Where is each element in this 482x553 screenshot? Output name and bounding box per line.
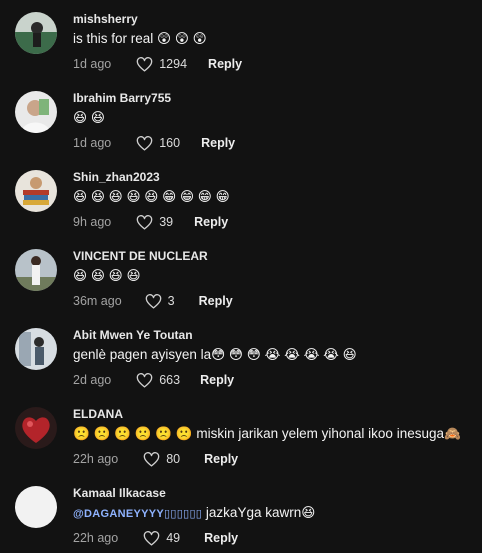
comment-item: Ibrahim Barry755 😆 😆 1d ago 160 Reply [0, 79, 482, 158]
heart-icon [136, 56, 153, 72]
like-count: 49 [166, 531, 181, 545]
like-count: 663 [159, 373, 181, 387]
heart-icon [145, 293, 161, 309]
comment-meta: 36m ago 3 Reply [73, 293, 233, 309]
comment-username[interactable]: Kamaal Ilkacase [73, 486, 166, 500]
heart-icon [143, 530, 160, 546]
comment-meta: 1d ago 1294 Reply [73, 56, 242, 72]
comment-time: 36m ago [73, 294, 122, 308]
comment-body: 🙁 🙁 🙁 🙁 🙁 🙁 miskin jarikan yelem yihonal… [73, 426, 461, 441]
like-button[interactable]: 1294 [136, 56, 188, 72]
comment-text: 😆 😆 [73, 110, 105, 126]
comment-meta: 22h ago 80 Reply [73, 451, 238, 467]
like-count: 80 [166, 452, 181, 466]
avatar[interactable] [15, 12, 57, 54]
user-mention-link[interactable]: @DAGANEYYYY▯▯▯▯▯▯ [73, 508, 202, 520]
comment-time: 1d ago [73, 57, 112, 71]
like-button[interactable]: 663 [136, 372, 181, 388]
comment-item: mishsherry is this for real 😲 😲 😲 1d ago… [0, 0, 482, 79]
comment-time: 2d ago [73, 373, 112, 387]
avatar[interactable] [15, 249, 57, 291]
comment-item: Shin_zhan2023 😆 😆 😆 😆 😆 😁 😁 😁 😁 9h ago 3… [0, 158, 482, 237]
heart-icon [136, 135, 153, 151]
like-button[interactable]: 39 [136, 214, 174, 230]
comment-text: @DAGANEYYYY▯▯▯▯▯▯ jazkaYga kawrn😆 [73, 505, 315, 521]
comment-time: 1d ago [73, 136, 112, 150]
comment-body: genlè pagen ayisyen la😳 😳 😳 😭 😭 😭 😭 😆 [73, 347, 357, 362]
heart-icon [136, 214, 153, 230]
comment-time: 9h ago [73, 215, 112, 229]
comment-meta: 9h ago 39 Reply [73, 214, 228, 230]
reply-button[interactable]: Reply [199, 294, 233, 308]
comment-item: Kamaal Ilkacase @DAGANEYYYY▯▯▯▯▯▯ jazkaY… [0, 474, 482, 553]
comment-time: 22h ago [73, 452, 119, 466]
comment-item: ELDANA 🙁 🙁 🙁 🙁 🙁 🙁 miskin jarikan yelem … [0, 395, 482, 474]
like-button[interactable]: 3 [145, 293, 175, 309]
reply-button[interactable]: Reply [194, 215, 228, 229]
heart-icon [136, 372, 153, 388]
avatar[interactable] [15, 328, 57, 370]
avatar[interactable] [15, 91, 57, 133]
like-button[interactable]: 49 [143, 530, 181, 546]
reply-button[interactable]: Reply [208, 57, 242, 71]
comment-body: jazkaYga kawrn😆 [202, 505, 316, 520]
reply-button[interactable]: Reply [204, 531, 238, 545]
like-button[interactable]: 160 [136, 135, 181, 151]
like-count: 160 [159, 136, 181, 150]
comment-item: VINCENT DE NUCLEAR 😆 😆 😆 😆 36m ago 3 Rep… [0, 237, 482, 316]
comment-username[interactable]: mishsherry [73, 12, 138, 26]
comment-username[interactable]: Abit Mwen Ye Toutan [73, 328, 193, 342]
comment-text: 😆 😆 😆 😆 😆 😁 😁 😁 😁 [73, 189, 230, 205]
comment-username[interactable]: VINCENT DE NUCLEAR [73, 249, 208, 263]
comment-meta: 1d ago 160 Reply [73, 135, 235, 151]
like-count: 1294 [159, 57, 188, 71]
heart-icon [143, 451, 160, 467]
comment-body: 😆 😆 [73, 110, 105, 125]
comment-body: 😆 😆 😆 😆 [73, 268, 141, 283]
comment-meta: 2d ago 663 Reply [73, 372, 234, 388]
comment-username[interactable]: Shin_zhan2023 [73, 170, 160, 184]
comment-text: genlè pagen ayisyen la😳 😳 😳 😭 😭 😭 😭 😆 [73, 347, 357, 363]
avatar[interactable] [15, 407, 57, 449]
reply-button[interactable]: Reply [204, 452, 238, 466]
comment-text: 😆 😆 😆 😆 [73, 268, 141, 284]
comment-list: mishsherry is this for real 😲 😲 😲 1d ago… [0, 0, 482, 553]
reply-button[interactable]: Reply [200, 373, 234, 387]
comment-item: Abit Mwen Ye Toutan genlè pagen ayisyen … [0, 316, 482, 395]
comment-body: 😆 😆 😆 😆 😆 😁 😁 😁 😁 [73, 189, 230, 204]
comment-username[interactable]: ELDANA [73, 407, 123, 421]
reply-button[interactable]: Reply [201, 136, 235, 150]
like-button[interactable]: 80 [143, 451, 181, 467]
comment-time: 22h ago [73, 531, 119, 545]
avatar[interactable] [15, 170, 57, 212]
comment-body: is this for real 😲 😲 😲 [73, 31, 207, 46]
like-count: 3 [167, 294, 175, 308]
like-count: 39 [159, 215, 174, 229]
comment-meta: 22h ago 49 Reply [73, 530, 238, 546]
comment-text: 🙁 🙁 🙁 🙁 🙁 🙁 miskin jarikan yelem yihonal… [73, 426, 461, 442]
comment-text: is this for real 😲 😲 😲 [73, 31, 207, 47]
comment-username[interactable]: Ibrahim Barry755 [73, 91, 171, 105]
avatar[interactable] [15, 486, 57, 528]
